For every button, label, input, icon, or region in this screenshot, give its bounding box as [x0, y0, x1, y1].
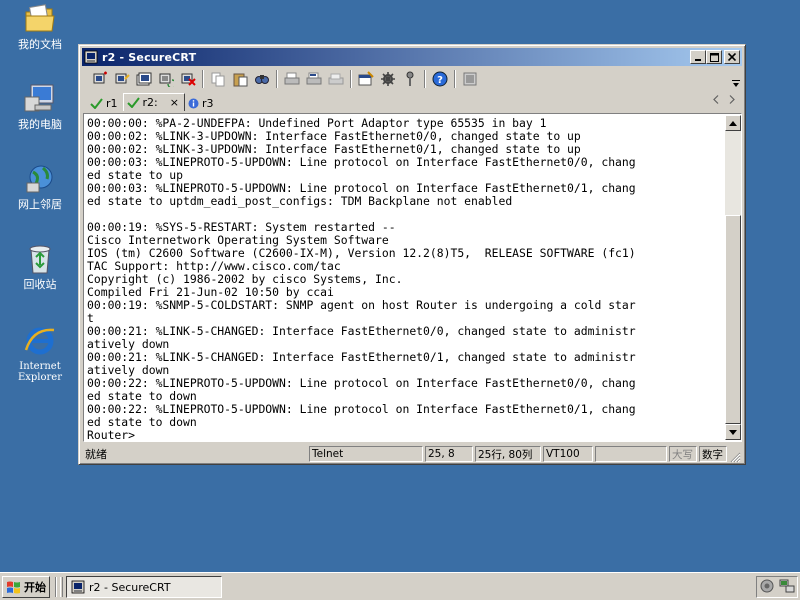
tab-r2[interactable]: r2: × [122, 93, 185, 111]
maximize-icon [709, 52, 719, 62]
vertical-scrollbar[interactable] [725, 115, 741, 440]
toolbar-overflow-chevron-icon[interactable] [731, 70, 741, 88]
securecrt-window[interactable]: r2 - SecureCRT ? r1 r2: × r3 00:00:00: %… [78, 44, 746, 465]
desktop-icon-label: 我的文档 [18, 38, 62, 51]
scroll-up-arrow-icon [729, 120, 737, 126]
status-terminal-size: 25行, 80列 [475, 446, 541, 462]
print-setup-icon[interactable] [325, 69, 347, 89]
desktop-icon-recycle-bin[interactable]: 回收站 [2, 242, 78, 291]
paste-icon[interactable] [229, 69, 251, 89]
terminal-line: 00:00:21: %LINK-5-CHANGED: Interface Fas… [87, 324, 636, 338]
tab-scroll-left-icon[interactable] [713, 95, 719, 107]
quick-connect-icon[interactable] [111, 69, 133, 89]
taskbar-grip[interactable] [60, 577, 63, 597]
desktop-icon-label: 回收站 [23, 278, 57, 291]
terminal-frame: 00:00:00: %PA-2-UNDEFPA: Undefined Port … [83, 113, 742, 442]
find-icon[interactable] [251, 69, 273, 89]
recycle-bin-icon [23, 242, 57, 276]
desktop-icon-label: Internet [19, 361, 61, 372]
scroll-down-button[interactable] [725, 424, 741, 440]
tab-close-icon[interactable]: × [170, 96, 179, 109]
global-options-icon[interactable] [377, 69, 399, 89]
minimize-button[interactable] [690, 50, 706, 64]
securecrt-app-icon [71, 580, 85, 594]
network-tray-icon[interactable] [779, 579, 795, 596]
scrollbar-thumb[interactable] [725, 215, 741, 424]
sftp-icon[interactable] [459, 69, 481, 89]
tab-label: r1 [106, 96, 118, 110]
terminal-line: ed state to down [87, 415, 197, 429]
status-blank-pane [595, 446, 667, 462]
print-selection-icon[interactable] [303, 69, 325, 89]
status-num-lock: 数字 [699, 446, 727, 462]
status-bar: 就绪 Telnet 25, 8 25行, 80列 VT100 大写 数字 [83, 445, 741, 463]
connect-icon[interactable] [89, 69, 111, 89]
toolbar-separator [202, 70, 204, 88]
desktop-icon-internet-explorer[interactable]: Internet Explorer [2, 324, 78, 383]
tab-r3[interactable]: r3 [185, 95, 219, 111]
computer-icon [23, 82, 57, 116]
info-status-icon [188, 98, 199, 109]
keymap-icon[interactable] [399, 69, 421, 89]
internet-explorer-icon [23, 324, 57, 358]
terminal-line: ed state to uptdm_eadi_post_configs: TDM… [87, 194, 513, 208]
status-caps-lock: 大写 [669, 446, 697, 462]
main-toolbar: ? [83, 68, 741, 90]
terminal-line: 00:00:21: %LINK-5-CHANGED: Interface Fas… [87, 350, 636, 364]
svg-text:?: ? [437, 75, 443, 86]
toolbar-separator [276, 70, 278, 88]
close-button[interactable] [724, 50, 740, 64]
taskbar-separator [55, 577, 57, 597]
tab-scroll-right-icon[interactable] [729, 95, 735, 107]
window-title: r2 - SecureCRT [102, 50, 197, 64]
status-emulation: VT100 [543, 446, 593, 462]
connected-check-icon [90, 97, 103, 109]
taskbar-button-securecrt[interactable]: r2 - SecureCRT [66, 576, 222, 598]
windows-flag-icon [6, 580, 22, 594]
volume-tray-icon[interactable] [760, 579, 774, 596]
folder-documents-icon [23, 2, 57, 36]
status-ready: 就绪 [85, 448, 107, 461]
resize-grip-icon[interactable] [729, 451, 741, 463]
connected-check-icon [126, 97, 140, 108]
scroll-down-arrow-icon [729, 429, 737, 435]
desktop-icon-network[interactable]: 网上邻居 [2, 162, 78, 211]
terminal-output[interactable]: 00:00:00: %PA-2-UNDEFPA: Undefined Port … [85, 115, 726, 440]
status-protocol: Telnet [309, 446, 423, 462]
desktop-icon-label: 网上邻居 [18, 198, 62, 211]
toolbar-separator [350, 70, 352, 88]
desktop-icon-my-computer[interactable]: 我的电脑 [2, 82, 78, 131]
start-button[interactable]: 开始 [2, 576, 50, 598]
terminal-line: 00:00:19: %SNMP-5-COLDSTART: SNMP agent … [87, 298, 636, 312]
toolbar-separator [424, 70, 426, 88]
status-cursor-position: 25, 8 [425, 446, 473, 462]
taskbar: 开始 r2 - SecureCRT [0, 572, 800, 600]
print-icon[interactable] [281, 69, 303, 89]
toolbar-separator [454, 70, 456, 88]
taskbar-button-label: r2 - SecureCRT [89, 580, 171, 594]
minimize-icon [695, 59, 701, 61]
close-icon [728, 53, 736, 61]
copy-icon[interactable] [207, 69, 229, 89]
securecrt-app-icon[interactable] [84, 50, 98, 64]
help-icon[interactable]: ? [429, 69, 451, 89]
disconnect-icon[interactable] [177, 69, 199, 89]
network-icon [23, 162, 57, 196]
desktop-icon-my-documents[interactable]: 我的文档 [2, 2, 78, 51]
tab-label: r2: [142, 96, 158, 109]
system-tray [756, 576, 798, 598]
start-label: 开始 [24, 581, 46, 594]
tab-r1[interactable]: r1 [87, 95, 123, 111]
maximize-button[interactable] [706, 50, 722, 64]
terminal-line: Router> [87, 428, 136, 441]
tab-label: r3 [201, 96, 214, 110]
window-titlebar[interactable]: r2 - SecureCRT [82, 48, 742, 66]
scroll-up-button[interactable] [725, 115, 741, 131]
desktop-icon-label-line2: Explorer [17, 372, 63, 383]
session-options-icon[interactable] [355, 69, 377, 89]
reconnect-icon[interactable] [155, 69, 177, 89]
connect-tab-icon[interactable] [133, 69, 155, 89]
desktop-icon-label: 我的电脑 [18, 118, 62, 131]
session-tab-bar: r1 r2: × r3 [83, 93, 741, 111]
